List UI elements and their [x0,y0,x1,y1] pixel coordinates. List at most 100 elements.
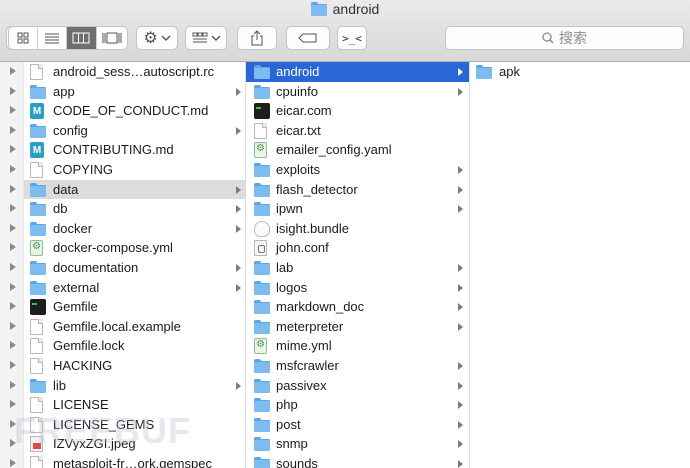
file-row[interactable]: docker [0,219,245,239]
file-row[interactable]: db [0,199,245,219]
file-row[interactable]: LICENSE [0,395,245,415]
disclosure-triangle-icon[interactable] [10,282,16,291]
file-row[interactable]: meterpreter [246,317,469,337]
file-row[interactable]: cpuinfo [246,82,469,102]
column-view-button[interactable] [66,27,96,49]
search-field[interactable]: 搜索 [445,26,684,50]
file-row[interactable]: config [0,121,245,141]
disclosure-triangle-icon[interactable] [10,86,16,95]
file-row[interactable]: COPYING [0,160,245,180]
file-row[interactable]: exploits [246,160,469,180]
disclosure-triangle-icon[interactable] [10,458,16,467]
disclosure-triangle-icon[interactable] [10,184,16,193]
chevron-right-icon [458,361,463,370]
file-row[interactable]: M CODE_OF_CONDUCT.md [0,101,245,121]
icon-view-button[interactable] [9,27,37,49]
disclosure-triangle-icon[interactable] [10,341,16,350]
file-row[interactable]: metasploit-fr…ork.gemspec [0,454,245,468]
chevron-right-icon [458,322,463,331]
disclosure-triangle-icon[interactable] [10,419,16,428]
file-row[interactable]: android [246,62,469,82]
action-menu-button[interactable]: ⚙ [136,26,178,50]
file-row[interactable]: documentation [0,258,245,278]
disclosure-triangle-icon[interactable] [10,439,16,448]
window-title: android [0,0,690,18]
file-name: lab [276,259,294,275]
file-row[interactable]: app [0,82,245,102]
disclosure-triangle-icon[interactable] [10,145,16,154]
disclosure-triangle-icon[interactable] [10,321,16,330]
file-row[interactable]: mime.yml [246,336,469,356]
file-row[interactable]: Gemfile.local.example [0,317,245,337]
file-name: meterpreter [276,318,344,334]
folder-icon [30,221,46,237]
file-row[interactable]: logos [246,278,469,298]
chevron-down-icon [211,35,220,41]
file-row[interactable]: isight.bundle [246,219,469,239]
gallery-view-button[interactable] [95,27,127,49]
disclosure-triangle-icon[interactable] [10,302,16,311]
file-row[interactable]: external [0,278,245,298]
list-view-button[interactable] [36,27,67,49]
file-name: exploits [276,161,321,177]
disclosure-triangle-icon[interactable] [10,125,16,134]
document-icon [30,357,43,374]
file-row[interactable]: IZVyxZGI.jpeg [0,434,245,454]
file-row[interactable]: markdown_doc [246,297,469,317]
file-row[interactable]: snmp [246,434,469,454]
file-row[interactable]: Gemfile.lock [0,336,245,356]
arrange-menu-button[interactable] [185,26,227,50]
share-button[interactable] [237,26,277,50]
folder-icon [30,84,46,100]
file-row[interactable]: flash_detector [246,180,469,200]
disclosure-triangle-icon[interactable] [10,243,16,252]
file-row[interactable]: post [246,415,469,435]
terminal-button[interactable]: >_< [337,26,367,50]
file-name: logos [276,279,308,295]
file-row[interactable]: Gemfile [0,297,245,317]
file-name: documentation [53,259,139,275]
file-name: db [53,201,68,217]
document-icon [30,64,43,80]
file-row[interactable]: sounds [246,454,469,468]
disclosure-triangle-icon[interactable] [10,360,16,369]
file-row[interactable]: eicar.txt [246,121,469,141]
disclosure-triangle-icon[interactable] [10,380,16,389]
disclosure-triangle-icon[interactable] [10,223,16,232]
document-icon [30,338,43,355]
search-icon [542,32,554,44]
file-name: isight.bundle [276,220,349,236]
disclosure-triangle-icon[interactable] [10,262,16,271]
disclosure-triangle-icon[interactable] [10,204,16,213]
file-row[interactable]: docker-compose.yml [0,238,245,258]
file-row[interactable]: HACKING [0,356,245,376]
column-3[interactable]: apk [470,62,690,468]
file-row[interactable]: ipwn [246,199,469,219]
column-2[interactable]: android cpuinfo eicar.com eicar.txt emailer_… [246,62,470,468]
disclosure-triangle-icon[interactable] [10,164,16,173]
column-1[interactable]: android_sess…autoscript.rc app M CODE_OF_CO… [0,62,246,468]
file-name: Gemfile [53,299,98,315]
tag-button[interactable] [286,26,330,50]
file-row[interactable]: lab [246,258,469,278]
file-row[interactable]: data [0,179,245,200]
file-name: Gemfile.lock [53,338,125,354]
file-row[interactable]: apk [470,62,690,82]
file-row[interactable]: android_sess…autoscript.rc [0,62,245,82]
file-row[interactable]: passivex [246,376,469,396]
column-1-rows: android_sess…autoscript.rc app M CODE_OF_CO… [0,62,245,468]
file-row[interactable]: M CONTRIBUTING.md [0,140,245,160]
disclosure-triangle-icon[interactable] [10,106,16,115]
disclosure-triangle-icon[interactable] [10,67,16,75]
file-row[interactable]: lib [0,376,245,396]
file-row[interactable]: LICENSE_GEMS [0,415,245,435]
chevron-right-icon [458,401,463,410]
file-row[interactable]: php [246,395,469,415]
disclosure-triangle-icon[interactable] [10,400,16,409]
chevron-right-icon [236,381,241,390]
chevron-right-icon [458,283,463,292]
file-row[interactable]: john.conf [246,238,469,258]
file-row[interactable]: emailer_config.yaml [246,140,469,160]
file-row[interactable]: eicar.com [246,101,469,121]
file-row[interactable]: msfcrawler [246,356,469,376]
